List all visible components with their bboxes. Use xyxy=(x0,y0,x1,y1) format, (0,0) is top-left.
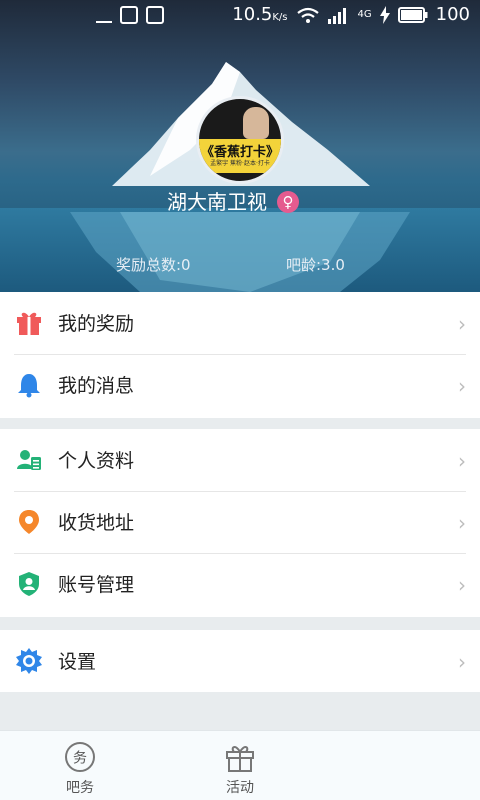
status-right-icons: 10.5K/s 4G 100 xyxy=(232,4,470,25)
location-pin-icon xyxy=(19,510,39,534)
avatar-person xyxy=(243,107,269,139)
gift-outline-icon xyxy=(226,746,254,772)
notification-app-icon xyxy=(146,6,164,24)
notification-image-icon xyxy=(120,6,138,24)
network-type: 4G xyxy=(357,9,372,20)
status-dash-icon xyxy=(96,21,112,23)
menu-item-my-messages[interactable]: 我的消息 › xyxy=(0,354,480,416)
tab-label: 吧务 xyxy=(66,780,94,796)
bell-icon xyxy=(18,374,40,398)
bottom-tab-bar: 务 吧务 活动 xyxy=(0,730,480,800)
network-speed-unit: K/s xyxy=(272,12,288,23)
username: 湖大南卫视 xyxy=(167,190,267,214)
menu-label: 我的消息 xyxy=(58,375,135,397)
menu-label: 收货地址 xyxy=(58,512,135,534)
battery-icon xyxy=(397,6,428,23)
forum-age: 吧龄:3.0 xyxy=(286,256,345,274)
shield-user-icon xyxy=(19,572,39,596)
menu-item-account-management[interactable]: 账号管理 › xyxy=(0,553,480,615)
battery-level: 100 xyxy=(435,4,470,25)
chevron-right-icon: › xyxy=(458,449,466,473)
menu-label: 个人资料 xyxy=(58,450,135,472)
chevron-right-icon: › xyxy=(458,374,466,398)
network-speed: 10.5K/s xyxy=(232,4,288,25)
chevron-right-icon: › xyxy=(458,650,466,674)
female-icon: ♀ xyxy=(277,191,299,213)
menu-group-account: 个人资料 › 收货地址 › 账号管理 › xyxy=(0,429,480,617)
menu-label: 我的奖励 xyxy=(58,313,135,335)
profile-header: 10.5K/s 4G 100 《香蕉打卡》 孟繁宇 蕉粉·赵本·打卡 湖大南卫视… xyxy=(0,0,480,292)
avatar[interactable]: 《香蕉打卡》 孟繁宇 蕉粉·赵本·打卡 xyxy=(196,96,284,184)
tab-activities[interactable]: 活动 xyxy=(180,731,300,800)
gear-icon xyxy=(16,648,42,674)
status-bar: 10.5K/s 4G 100 xyxy=(0,0,480,32)
wifi-icon xyxy=(296,7,319,23)
chevron-right-icon: › xyxy=(458,511,466,535)
rewards-total: 奖励总数:0 xyxy=(116,256,191,274)
chevron-right-icon: › xyxy=(458,312,466,336)
menu-item-shipping-address[interactable]: 收货地址 › xyxy=(0,491,480,553)
username-row: 湖大南卫视 ♀ xyxy=(0,186,480,215)
menu-item-settings[interactable]: 设置 › xyxy=(0,630,480,692)
tab-label: 活动 xyxy=(226,780,254,796)
tab-forum-affairs[interactable]: 务 吧务 xyxy=(20,731,140,800)
charging-icon xyxy=(379,5,390,24)
menu-label: 设置 xyxy=(58,651,97,673)
avatar-banner-subtitle: 孟繁宇 蕉粉·赵本·打卡 xyxy=(210,160,270,167)
signal-icon xyxy=(327,7,346,24)
menu-item-my-rewards[interactable]: 我的奖励 › xyxy=(0,292,480,354)
chevron-right-icon: › xyxy=(458,573,466,597)
avatar-banner: 《香蕉打卡》 孟繁宇 蕉粉·赵本·打卡 xyxy=(199,139,281,173)
menu-group-settings: 设置 › xyxy=(0,630,480,692)
profile-card-icon xyxy=(17,450,41,470)
menu-label: 账号管理 xyxy=(58,574,135,596)
menu-item-personal-info[interactable]: 个人资料 › xyxy=(0,429,480,491)
menu-group-rewards: 我的奖励 › 我的消息 › xyxy=(0,292,480,418)
status-left-icons xyxy=(96,6,164,24)
forum-affairs-icon-text: 务 xyxy=(73,751,87,767)
gift-icon xyxy=(17,312,41,335)
forum-affairs-icon: 务 xyxy=(65,742,95,772)
